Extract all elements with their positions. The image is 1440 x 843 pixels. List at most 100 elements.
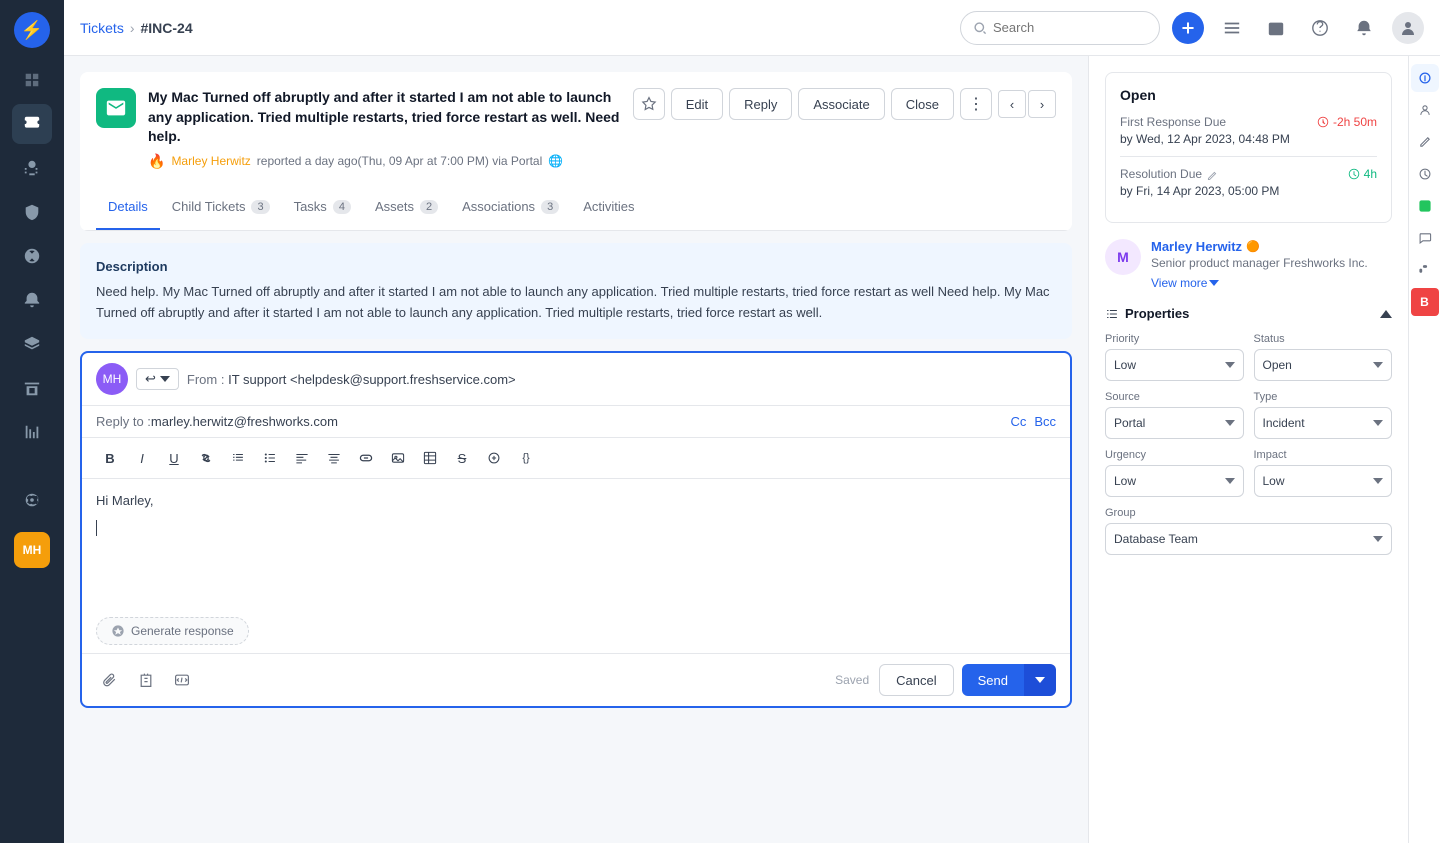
- insert-table-button[interactable]: [416, 444, 444, 472]
- send-button-group: Send: [962, 664, 1056, 696]
- align-left-button[interactable]: [288, 444, 316, 472]
- ordered-list-button[interactable]: [224, 444, 252, 472]
- bcc-button[interactable]: Bcc: [1034, 414, 1056, 429]
- bold-button[interactable]: B: [96, 444, 124, 472]
- edit-button[interactable]: Edit: [671, 88, 723, 120]
- associate-button[interactable]: Associate: [798, 88, 884, 120]
- prev-ticket-button[interactable]: ‹: [998, 90, 1026, 118]
- breadcrumb-tickets[interactable]: Tickets: [80, 20, 124, 36]
- view-more-button[interactable]: View more: [1151, 276, 1368, 290]
- contact-title: Senior product manager Freshworks Inc.: [1151, 256, 1368, 270]
- insert-image-button[interactable]: [384, 444, 412, 472]
- sidebar-item-box[interactable]: [12, 368, 52, 408]
- type-select[interactable]: Incident Service Request Problem Change: [1254, 407, 1393, 439]
- cancel-button[interactable]: Cancel: [879, 664, 953, 696]
- info-panel-icon[interactable]: [1411, 64, 1439, 92]
- group-label: Group: [1105, 507, 1392, 519]
- list-icon[interactable]: [1216, 12, 1248, 44]
- calendar-icon[interactable]: [1260, 12, 1292, 44]
- generate-response-button[interactable]: Generate response: [96, 617, 249, 645]
- toggle-chevron-icon: [160, 376, 170, 382]
- notification-icon[interactable]: [1348, 12, 1380, 44]
- from-email: IT support <helpdesk@support.freshservic…: [228, 372, 516, 387]
- tab-tasks[interactable]: Tasks 4: [282, 186, 363, 230]
- send-main-button[interactable]: Send: [962, 664, 1024, 696]
- priority-property: Priority Low Medium High Urgent: [1105, 333, 1244, 381]
- impact-select[interactable]: Low Medium High: [1254, 465, 1393, 497]
- group-select[interactable]: Database Team Support Team Engineering: [1105, 523, 1392, 555]
- unordered-list-button[interactable]: [256, 444, 284, 472]
- priority-select[interactable]: Low Medium High Urgent: [1105, 349, 1244, 381]
- search-bar[interactable]: [960, 11, 1160, 45]
- tab-assets[interactable]: Assets 2: [363, 186, 450, 230]
- close-button[interactable]: Close: [891, 88, 954, 120]
- tabs-bar: Details Child Tickets 3 Tasks 4 Assets 2: [80, 186, 1072, 231]
- sidebar-item-dashboard[interactable]: [12, 60, 52, 100]
- source-select[interactable]: Portal Email Phone: [1105, 407, 1244, 439]
- sidebar-item-network[interactable]: [12, 236, 52, 276]
- status-select[interactable]: Open Pending Resolved Closed: [1254, 349, 1393, 381]
- cc-button[interactable]: Cc: [1010, 414, 1026, 429]
- align-center-button[interactable]: [320, 444, 348, 472]
- description-text: Need help. My Mac Turned off abruptly an…: [96, 282, 1056, 324]
- left-panel: My Mac Turned off abruptly and after it …: [64, 56, 1088, 843]
- urgency-select[interactable]: Low Medium High: [1105, 465, 1244, 497]
- edit-panel-icon[interactable]: [1411, 128, 1439, 156]
- help-icon[interactable]: [1304, 12, 1336, 44]
- italic-button[interactable]: I: [128, 444, 156, 472]
- underline-button[interactable]: U: [160, 444, 188, 472]
- properties-toggle[interactable]: [1380, 306, 1392, 321]
- sidebar-item-reports[interactable]: [12, 412, 52, 452]
- link-format-button[interactable]: [192, 444, 220, 472]
- insert-snippet-icon[interactable]: [168, 666, 196, 694]
- tab-details[interactable]: Details: [96, 186, 160, 230]
- editor-toolbar: B I U: [82, 438, 1070, 479]
- contact-name[interactable]: Marley Herwitz 🟠: [1151, 239, 1368, 254]
- star-button[interactable]: [633, 88, 665, 120]
- freshdesk-panel-icon[interactable]: [1411, 192, 1439, 220]
- chat-panel-icon[interactable]: [1411, 224, 1439, 252]
- sidebar-item-bugs[interactable]: [12, 148, 52, 188]
- sidebar-item-tickets[interactable]: [12, 104, 52, 144]
- user-menu[interactable]: MH: [14, 532, 50, 568]
- editor-cursor: [96, 520, 97, 536]
- tab-activities[interactable]: Activities: [571, 186, 646, 230]
- contact-badge: 🟠: [1246, 240, 1260, 253]
- first-response-timer: -2h 50m: [1317, 115, 1377, 129]
- strikethrough-button[interactable]: S: [448, 444, 476, 472]
- sidebar-item-security[interactable]: [12, 192, 52, 232]
- slack-panel-icon[interactable]: [1411, 256, 1439, 284]
- attach-file-icon[interactable]: [96, 666, 124, 694]
- tab-child-tickets[interactable]: Child Tickets 3: [160, 186, 282, 230]
- search-input[interactable]: [993, 20, 1133, 35]
- status-property: Status Open Pending Resolved Closed: [1254, 333, 1393, 381]
- sidebar-item-settings[interactable]: [12, 480, 52, 520]
- insert-link-button[interactable]: [352, 444, 380, 472]
- reply-editor: MH ↩ From : IT support <helpdesk@support…: [80, 351, 1072, 708]
- sidebar-item-alerts[interactable]: [12, 280, 52, 320]
- ticket-navigation: ‹ ›: [998, 90, 1056, 118]
- more-formats-button[interactable]: [480, 444, 508, 472]
- reply-to-email[interactable]: marley.herwitz@freshworks.com: [151, 414, 1011, 429]
- reply-type-toggle[interactable]: ↩: [136, 368, 179, 390]
- more-options-button[interactable]: ⋮: [960, 88, 992, 120]
- footer-icons: [96, 666, 196, 694]
- send-dropdown-button[interactable]: [1024, 664, 1056, 696]
- app-b-panel-icon[interactable]: B: [1411, 288, 1439, 316]
- code-button[interactable]: {}: [512, 444, 540, 472]
- clock-panel-icon[interactable]: [1411, 160, 1439, 188]
- next-ticket-button[interactable]: ›: [1028, 90, 1056, 118]
- child-tickets-badge: 3: [251, 200, 269, 214]
- first-response-value: by Wed, 12 Apr 2023, 04:48 PM: [1120, 132, 1290, 146]
- edit-resolution-icon[interactable]: [1206, 170, 1218, 182]
- editor-body[interactable]: Hi Marley,: [82, 479, 1070, 609]
- tab-associations[interactable]: Associations 3: [450, 186, 571, 230]
- knowledge-base-icon[interactable]: [132, 666, 160, 694]
- sidebar-item-layers[interactable]: [12, 324, 52, 364]
- reporter-name[interactable]: Marley Herwitz: [171, 154, 250, 168]
- person-panel-icon[interactable]: [1411, 96, 1439, 124]
- user-avatar[interactable]: [1392, 12, 1424, 44]
- reply-button[interactable]: Reply: [729, 88, 792, 120]
- sla-card: Open First Response Due by Wed, 12 Apr 2…: [1105, 72, 1392, 223]
- add-button[interactable]: [1172, 12, 1204, 44]
